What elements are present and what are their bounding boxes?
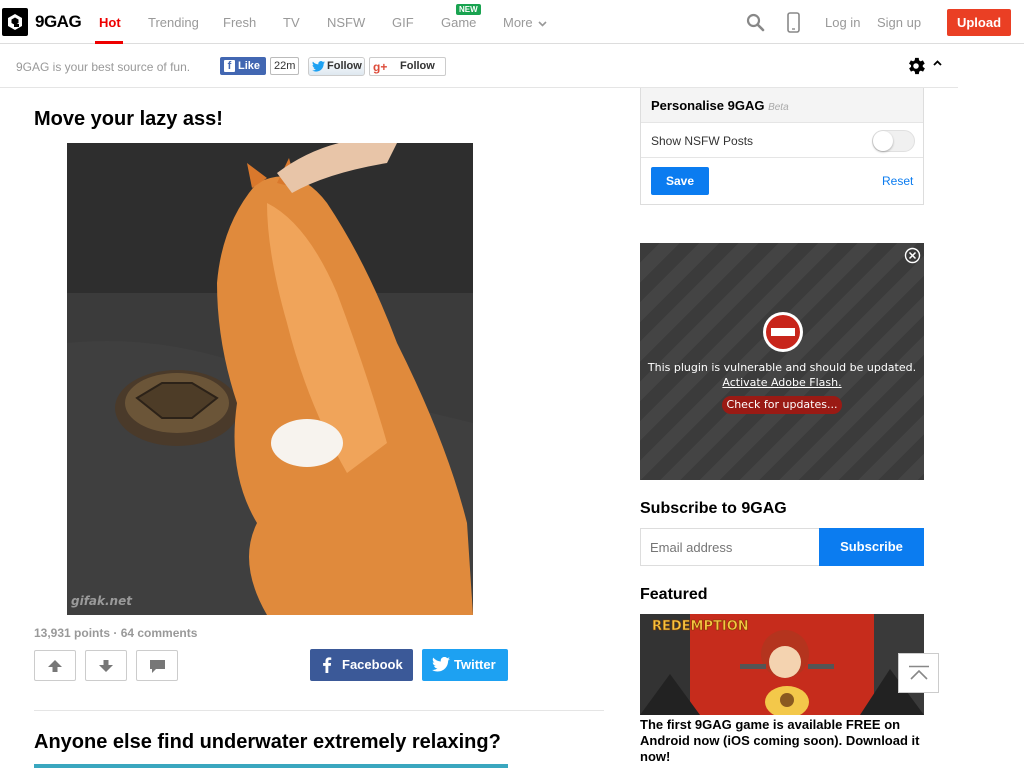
flash-plugin-blocked: This plugin is vulnerable and should be … — [640, 243, 924, 480]
cat-turtle-illustration: gifak.net — [67, 143, 473, 615]
tagline: 9GAG is your best source of fun. — [16, 60, 191, 74]
top-nav: 9GAG Hot Trending Fresh TV NSFW GIF NEW … — [0, 0, 1024, 44]
close-icon[interactable] — [904, 247, 921, 264]
scroll-to-top-button[interactable] — [898, 653, 939, 693]
personalise-title: Personalise 9GAG Beta — [651, 98, 789, 113]
nav-hot[interactable]: Hot — [99, 15, 121, 30]
nsfw-setting-row: Show NSFW Posts — [641, 124, 923, 158]
arrow-to-top-icon — [909, 665, 929, 680]
comment-icon — [150, 660, 165, 673]
watermark-text: gifak.net — [71, 594, 133, 608]
facebook-icon: f — [224, 60, 235, 72]
upload-button[interactable]: Upload — [947, 9, 1011, 36]
facebook-like-button[interactable]: f Like — [220, 57, 266, 75]
comment-button[interactable] — [136, 650, 178, 681]
post-divider — [34, 710, 604, 711]
google-plus-icon: g+ — [373, 60, 388, 74]
post-title[interactable]: Anyone else find underwater extremely re… — [34, 731, 501, 754]
share-twitter-label: Twitter — [454, 657, 496, 672]
arrow-up-icon — [48, 660, 62, 672]
sub-bar: 9GAG is your best source of fun. — [0, 45, 958, 88]
subscribe-button[interactable]: Subscribe — [819, 528, 924, 566]
post-title[interactable]: Move your lazy ass! — [34, 108, 223, 131]
activate-flash-link[interactable]: Activate Adobe Flash. — [640, 376, 924, 389]
nav-gif[interactable]: GIF — [392, 15, 414, 30]
featured-image-text: REDEMPTION — [652, 619, 749, 634]
nav-active-indicator — [95, 41, 123, 44]
check-updates-button[interactable]: Check for updates... — [722, 396, 842, 414]
gear-icon[interactable] — [905, 55, 927, 77]
featured-title: Featured — [640, 586, 708, 603]
post-meta[interactable]: 13,931 points · 64 comments — [34, 626, 197, 640]
facebook-like-count: 22m — [270, 57, 300, 75]
share-facebook-label: Facebook — [342, 657, 403, 672]
chevron-up-icon[interactable] — [933, 60, 942, 66]
search-icon[interactable] — [746, 13, 765, 32]
google-plus-follow-label: Follow — [400, 60, 435, 72]
share-facebook-button[interactable]: Facebook — [310, 649, 413, 681]
nav-tv[interactable]: TV — [283, 15, 300, 30]
post-image[interactable] — [34, 764, 508, 768]
logo-icon[interactable] — [2, 8, 28, 36]
subscribe-title: Subscribe to 9GAG — [640, 500, 787, 517]
facebook-like-label: Like — [238, 60, 261, 72]
logo-text[interactable]: 9GAG — [35, 12, 82, 32]
blocked-plugin-icon — [763, 312, 803, 352]
downvote-button[interactable] — [85, 650, 127, 681]
nsfw-label: Show NSFW Posts — [651, 134, 754, 148]
toggle-knob — [873, 131, 893, 151]
featured-game-image[interactable]: REDEMPTION — [640, 614, 924, 715]
twitter-bird-icon — [312, 61, 325, 72]
nav-more-label: More — [503, 15, 533, 30]
post-gif-image[interactable]: gifak.net — [67, 143, 473, 615]
featured-caption[interactable]: The first 9GAG game is available FREE on… — [640, 717, 930, 765]
personalise-header: Personalise 9GAG Beta — [641, 88, 923, 123]
share-twitter-button[interactable]: Twitter — [422, 649, 508, 681]
email-field[interactable] — [640, 528, 820, 566]
reset-link[interactable]: Reset — [882, 174, 913, 188]
nsfw-toggle[interactable] — [872, 130, 915, 152]
mobile-phone-icon[interactable] — [787, 12, 800, 33]
google-plus-follow-button[interactable]: g+ Follow — [369, 57, 446, 76]
new-badge: NEW — [456, 4, 481, 15]
nav-nsfw[interactable]: NSFW — [327, 15, 365, 30]
nav-trending[interactable]: Trending — [148, 15, 199, 30]
upvote-button[interactable] — [34, 650, 76, 681]
beta-label: Beta — [768, 102, 789, 113]
twitter-follow-button[interactable]: Follow — [308, 57, 365, 76]
nav-game[interactable]: Game — [441, 15, 476, 30]
chevron-down-icon — [538, 20, 547, 27]
twitter-follow-label: Follow — [327, 60, 362, 72]
personalise-panel: Personalise 9GAG Beta Show NSFW Posts Sa… — [640, 88, 924, 205]
login-link[interactable]: Log in — [825, 15, 860, 30]
arrow-down-icon — [99, 660, 113, 672]
facebook-icon — [323, 657, 332, 673]
flash-warning-text: This plugin is vulnerable and should be … — [647, 361, 917, 374]
twitter-bird-icon — [432, 657, 450, 672]
featured-game-illustration: REDEMPTION — [640, 614, 924, 715]
nav-fresh[interactable]: Fresh — [223, 15, 256, 30]
save-button[interactable]: Save — [651, 167, 709, 195]
personalise-title-text: Personalise 9GAG — [651, 98, 765, 113]
nav-more[interactable]: More — [503, 15, 547, 30]
signup-link[interactable]: Sign up — [877, 15, 921, 30]
